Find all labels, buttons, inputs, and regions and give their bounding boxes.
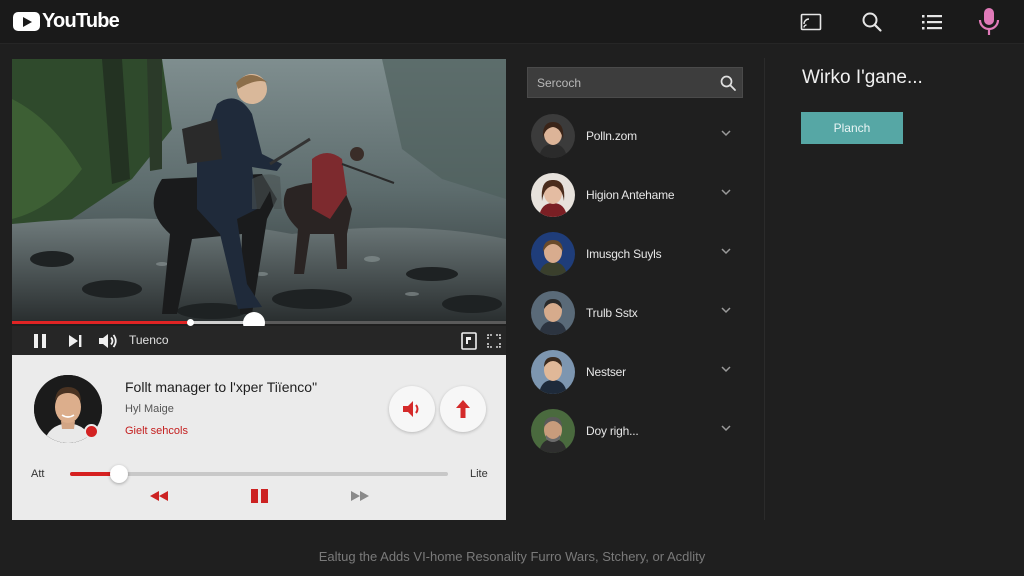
seek-handle[interactable] bbox=[110, 465, 129, 483]
arrow-up-icon bbox=[456, 400, 470, 418]
microphone-icon[interactable] bbox=[976, 5, 1002, 39]
next-icon[interactable] bbox=[66, 331, 84, 350]
video-scene bbox=[12, 59, 506, 321]
footer-caption: Ealtug the Adds VI-home Resonality Furro… bbox=[318, 549, 706, 564]
channel-item[interactable]: Polln.zom bbox=[531, 114, 741, 160]
channel-item[interactable]: Higion Antehame bbox=[531, 173, 741, 219]
search-icon[interactable] bbox=[719, 74, 737, 92]
channel-item[interactable]: Nestser bbox=[531, 350, 741, 396]
progress-played bbox=[12, 321, 190, 324]
video-info-card: Follt manager to l'xper Tiïenco" Hyl Mai… bbox=[12, 355, 506, 520]
side-panel-title: Wirko I'gane... bbox=[802, 67, 923, 88]
channel-name: Doy righ... bbox=[586, 424, 639, 438]
rewind-icon[interactable] bbox=[148, 488, 170, 504]
seek-end-label: Lite bbox=[470, 468, 488, 480]
seek-start-label: Att bbox=[31, 468, 45, 480]
pause-icon[interactable] bbox=[249, 488, 271, 504]
player-controls: Tuenco bbox=[12, 326, 506, 355]
top-bar: YouTube bbox=[0, 0, 1024, 44]
chevron-down-icon[interactable] bbox=[720, 304, 732, 316]
channel-name: Nestser bbox=[586, 365, 626, 379]
chevron-down-icon[interactable] bbox=[720, 363, 732, 375]
youtube-logo[interactable]: YouTube bbox=[13, 10, 120, 33]
side-action-button[interactable]: Planch bbox=[801, 112, 903, 144]
player-control-label: Tuenco bbox=[129, 333, 169, 347]
chevron-down-icon[interactable] bbox=[720, 422, 732, 434]
menu-icon[interactable] bbox=[919, 9, 945, 35]
cast-icon[interactable] bbox=[798, 9, 824, 35]
captions-icon[interactable] bbox=[460, 331, 478, 350]
volume-icon[interactable] bbox=[97, 331, 119, 350]
avatar bbox=[531, 291, 575, 335]
channel-item[interactable]: Imusgch Suyls bbox=[531, 232, 741, 278]
channel-name[interactable]: Hyl Maige bbox=[125, 403, 174, 415]
video-progress-bar[interactable] bbox=[12, 312, 506, 334]
channel-item[interactable]: Doy righ... bbox=[531, 409, 741, 455]
channel-name: Higion Antehame bbox=[586, 188, 675, 202]
search-icon[interactable] bbox=[859, 9, 885, 35]
avatar bbox=[531, 114, 575, 158]
channel-name: Polln.zom bbox=[586, 129, 637, 143]
pause-icon[interactable] bbox=[32, 331, 48, 350]
video-title: Follt manager to l'xper Tiïenco" bbox=[125, 379, 318, 395]
search-bar bbox=[527, 67, 743, 98]
chevron-down-icon[interactable] bbox=[720, 186, 732, 198]
video-frame[interactable] bbox=[12, 59, 506, 321]
live-badge-icon bbox=[84, 424, 99, 439]
avatar bbox=[531, 173, 575, 217]
fullscreen-icon[interactable] bbox=[486, 331, 502, 350]
search-input[interactable] bbox=[528, 68, 708, 97]
avatar bbox=[531, 409, 575, 453]
logo-text: YouTube bbox=[42, 10, 120, 32]
channel-item[interactable]: Trulb Sstx bbox=[531, 291, 741, 337]
share-button[interactable] bbox=[440, 386, 486, 432]
channel-link[interactable]: Gielt sehcols bbox=[125, 425, 188, 437]
avatar bbox=[531, 350, 575, 394]
speaker-icon bbox=[403, 401, 419, 417]
play-logo-icon bbox=[13, 12, 40, 31]
chevron-down-icon[interactable] bbox=[720, 127, 732, 139]
progress-played-marker bbox=[186, 319, 194, 326]
chevron-down-icon[interactable] bbox=[720, 245, 732, 257]
avatar bbox=[531, 232, 575, 276]
column-divider bbox=[764, 58, 765, 520]
channel-name: Trulb Sstx bbox=[586, 306, 638, 320]
sound-button[interactable] bbox=[389, 386, 435, 432]
fast-forward-icon[interactable] bbox=[349, 488, 371, 504]
channel-name: Imusgch Suyls bbox=[586, 247, 662, 261]
